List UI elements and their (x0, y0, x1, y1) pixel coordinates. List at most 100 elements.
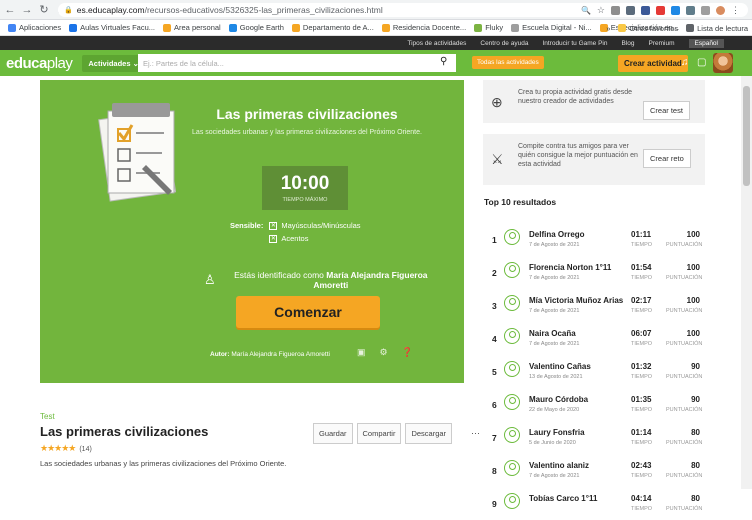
score-label: PUNTUACIÓN (666, 374, 703, 380)
player-date: 22 de Mayo de 2020 (529, 407, 580, 413)
bookmark-item[interactable]: Departamento de A... (291, 23, 374, 32)
score-label: PUNTUACIÓN (666, 308, 703, 314)
ranking-row[interactable]: 5 Valentino Cañas 13 de Agosto de 2021 01:3… (484, 355, 706, 388)
player-name: Mía Victoria Muñoz Arias (529, 296, 624, 305)
search-icon[interactable]: ⚲ (440, 56, 447, 67)
menu-dots-icon[interactable]: ⋮ (731, 5, 740, 16)
option-accents: ✕ Acentos (269, 234, 309, 243)
site-top-link[interactable]: Introducir tu Game Pin (542, 40, 607, 47)
bookmark-item[interactable]: Escuela Digital - Ni... (511, 23, 592, 32)
reload-icon[interactable]: ↻ (37, 3, 51, 17)
rating-stars[interactable]: ★★★★★ (14) (40, 443, 92, 454)
site-top-link[interactable]: Tipos de actividades (407, 40, 466, 47)
player-score: 80 (691, 428, 700, 437)
settings-icon[interactable]: ⚙ (380, 347, 388, 358)
time-label: TIEMPO (631, 242, 653, 248)
star-icon[interactable]: ☆ (597, 5, 605, 16)
educaplay-logo[interactable]: educaplay (6, 55, 73, 72)
score-label: PUNTUACIÓN (666, 473, 703, 479)
extension-icon[interactable] (611, 6, 620, 15)
time-label: TIEMPO (631, 341, 653, 347)
activities-menu-button[interactable]: Actividades ⌄ (82, 54, 145, 72)
bookmark-icon (8, 23, 16, 32)
extension-icon[interactable] (686, 6, 695, 15)
player-date: 13 de Agosto de 2021 (529, 374, 583, 380)
bookmark-item[interactable]: Area personal (163, 23, 221, 32)
user-avatar[interactable] (713, 53, 733, 73)
fullscreen-icon[interactable]: ▣ (357, 347, 366, 358)
player-name: Florencia Norton 1°11 (529, 263, 612, 272)
ranking-title: Top 10 resultados (484, 197, 557, 207)
checkbox-icon: ✕ (269, 221, 278, 230)
ranking-row[interactable]: 8 Valentino alaniz 7 de Agosto de 2021 02:4… (484, 454, 706, 487)
address-bar[interactable]: 🔒 es.educaplay.com/recursos-educativos/5… (58, 3, 748, 17)
save-button[interactable]: Guardar (313, 423, 353, 444)
extension-icon[interactable] (656, 6, 665, 15)
scrollbar[interactable] (741, 76, 752, 489)
extension-icon[interactable] (641, 6, 650, 15)
activity-actions: Guardar Compartir Descargar (313, 423, 453, 444)
create-test-promo: ⊕ Crea tu propia actividad gratis desde … (483, 80, 705, 123)
more-options-icon[interactable]: ··· (471, 428, 480, 438)
site-top-link[interactable]: Centro de ayuda (480, 40, 528, 47)
timer-value: 10:00 (280, 173, 330, 194)
download-button[interactable]: Descargar (405, 423, 453, 444)
zoom-icon[interactable]: 🔍 (581, 6, 591, 15)
player-time: 01:11 (631, 230, 652, 239)
create-challenge-button[interactable]: Crear reto (643, 149, 691, 168)
back-icon[interactable]: ← (3, 3, 17, 17)
extension-icon[interactable] (671, 6, 680, 15)
bookmarks-more[interactable]: » (606, 24, 610, 33)
player-name: Valentino alaniz (529, 461, 590, 470)
puzzle-icon[interactable] (701, 6, 710, 15)
bookmark-other-favorites[interactable]: Otros favoritos (618, 24, 678, 33)
lock-icon: 🔒 (64, 7, 73, 14)
ranking-row[interactable]: 4 Naira Ocaña 7 de Agosto de 2021 06:07 TIEM… (484, 322, 706, 355)
bookmark-reading-list[interactable]: Lista de lectura (686, 24, 748, 33)
site-top-bar: Tipos de actividades Centro de ayuda Intro… (0, 36, 752, 50)
create-activity-button[interactable]: Crear actividad (618, 55, 688, 72)
bookmark-item[interactable]: Google Earth (228, 23, 284, 32)
ranking-row[interactable]: 9 Tobías Carco 1°11 04:14 TIEMPO 80 PUNTUACIÓ… (484, 487, 706, 520)
ranking-row[interactable]: 3 Mía Victoria Muñoz Arias 7 de Agosto de … (484, 289, 706, 322)
ranking-row[interactable]: 6 Mauro Córdoba 22 de Mayo de 2020 01:35 TIE… (484, 388, 706, 421)
timer-box: 10:00 TIEMPO MÁXIMO (262, 166, 348, 210)
scrollbar-thumb[interactable] (743, 86, 750, 186)
bookmark-icon (163, 23, 172, 32)
chat-icon[interactable]: ▢ (697, 57, 706, 68)
site-top-link[interactable]: Blog (621, 40, 634, 47)
bookmark-item[interactable]: Aulas Virtuales Facu... (69, 23, 155, 32)
ranking-row[interactable]: 7 Laury Fonsfria 5 de Junio de 2020 01:14 TI… (484, 421, 706, 454)
help-icon[interactable]: ❓ (402, 347, 413, 358)
sensitive-label: Sensible: (230, 221, 264, 230)
bookmark-item[interactable]: Residencia Docente... (381, 23, 466, 32)
author-line: Autor: María Alejandra Figueroa Amoretti (210, 351, 330, 358)
bookmark-item[interactable]: Fluky (474, 23, 503, 32)
ranking-row[interactable]: 1 Delfina Orrego 7 de Agosto de 2021 01:11 T… (484, 223, 706, 256)
rank-position: 1 (492, 235, 497, 245)
language-selector[interactable]: Español (688, 38, 724, 48)
ranking-row[interactable]: 2 Florencia Norton 1°11 7 de Agosto de 202… (484, 256, 706, 289)
rank-position: 6 (492, 400, 497, 410)
bookmarks-bar: Aplicaciones Aulas Virtuales Facu... Area … (0, 20, 752, 36)
bookmark-icon (474, 23, 483, 32)
bookmark-icon (291, 23, 300, 32)
score-label: PUNTUACIÓN (666, 341, 703, 347)
card-icons: ▣ ⚙ ❓ (357, 347, 413, 358)
bookmarks-right: » Otros favoritos Lista de lectura (598, 20, 748, 35)
forward-icon[interactable]: → (20, 3, 34, 17)
profile-avatar[interactable] (716, 6, 725, 15)
site-top-link[interactable]: Premium (648, 40, 674, 47)
extension-icon[interactable] (626, 6, 635, 15)
score-label: PUNTUACIÓN (666, 242, 703, 248)
search-input[interactable]: Ej.: Partes de la célula... (138, 54, 456, 72)
start-button[interactable]: Comenzar (236, 296, 380, 328)
all-activities-button[interactable]: Todas las actividades (472, 56, 544, 69)
player-score: 100 (686, 230, 700, 239)
game-subtitle: Las sociedades urbanas y las primeras ci… (192, 129, 422, 136)
share-button[interactable]: Compartir (356, 423, 402, 444)
player-date: 7 de Agosto de 2021 (529, 242, 580, 248)
create-test-button[interactable]: Crear test (643, 101, 690, 120)
bookmark-item[interactable]: Aplicaciones (8, 23, 61, 32)
bell-icon[interactable]: ♫ (681, 57, 689, 68)
